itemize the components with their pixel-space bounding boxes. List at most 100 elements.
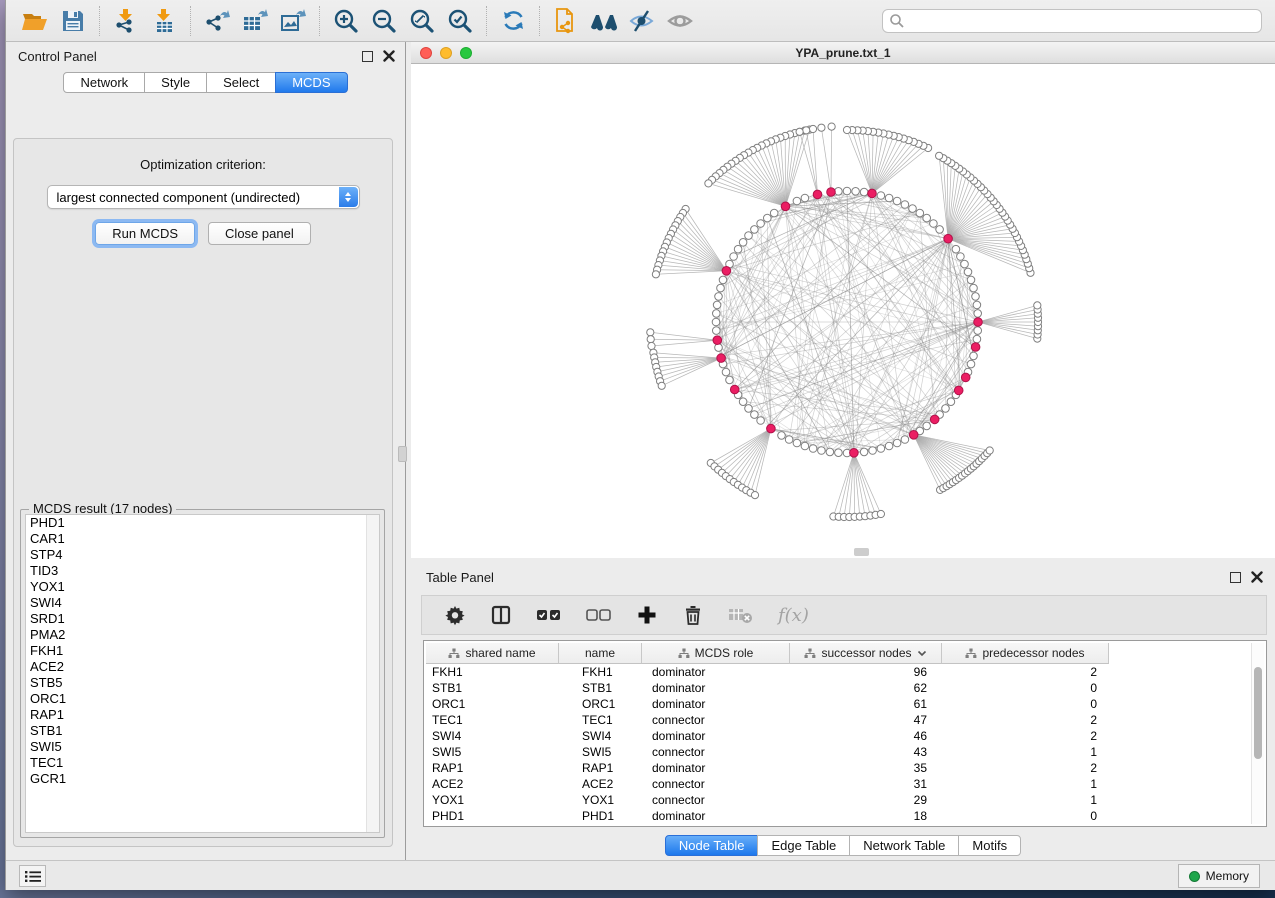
mcds-result-item[interactable]: FKH1 (26, 643, 379, 659)
column-header-shared-name[interactable]: shared name (426, 643, 559, 664)
table-row[interactable]: FKH1FKH1dominator962 (426, 664, 1251, 680)
deselect-all-icon[interactable] (586, 606, 612, 624)
task-history-button[interactable] (19, 865, 46, 887)
zoom-out-icon[interactable] (365, 4, 403, 38)
close-window-icon[interactable] (420, 47, 432, 59)
maximize-window-icon[interactable] (460, 47, 472, 59)
mcds-result-item[interactable]: ACE2 (26, 659, 379, 675)
mcds-result-item[interactable]: GCR1 (26, 771, 379, 787)
mcds-result-item[interactable]: ORC1 (26, 691, 379, 707)
import-table-icon[interactable] (145, 4, 183, 38)
table-cell: 29 (790, 792, 942, 808)
table-cell: connector (642, 792, 790, 808)
open-file-icon[interactable] (16, 4, 54, 38)
zoom-in-icon[interactable] (327, 4, 365, 38)
clear-table-icon[interactable] (728, 605, 754, 625)
mcds-result-item[interactable]: SWI4 (26, 595, 379, 611)
birdseye-icon[interactable] (585, 4, 623, 38)
mcds-result-item[interactable]: STB1 (26, 723, 379, 739)
table-cell: 0 (942, 808, 1109, 824)
delete-column-icon[interactable] (682, 604, 704, 626)
show-all-icon[interactable] (661, 4, 699, 38)
select-all-icon[interactable] (536, 606, 562, 624)
tab-select[interactable]: Select (206, 72, 276, 93)
table-row[interactable]: YOX1YOX1connector291 (426, 792, 1251, 808)
table-scrollbar[interactable] (1251, 643, 1264, 824)
mcds-result-item[interactable]: TEC1 (26, 755, 379, 771)
network-view-canvas[interactable] (411, 64, 1275, 558)
refresh-icon[interactable] (494, 4, 532, 38)
table-cell: TEC1 (426, 712, 559, 728)
float-table-panel-icon[interactable] (1230, 572, 1241, 583)
table-scrollbar-thumb[interactable] (1254, 667, 1262, 759)
table-row[interactable]: SWI5SWI5connector431 (426, 744, 1251, 760)
table-cell: TEC1 (559, 712, 642, 728)
column-header-predecessor-nodes[interactable]: predecessor nodes (942, 643, 1109, 664)
mcds-result-item[interactable]: TID3 (26, 563, 379, 579)
mcds-result-item[interactable]: RAP1 (26, 707, 379, 723)
tab-motifs[interactable]: Motifs (958, 835, 1021, 856)
optimization-criterion-select[interactable]: largest connected component (undirected) (47, 185, 360, 209)
table-row[interactable]: PHD1PHD1dominator180 (426, 808, 1251, 824)
table-cell: FKH1 (426, 664, 559, 680)
tab-mcds[interactable]: MCDS (275, 72, 347, 93)
table-row[interactable]: ORC1ORC1dominator610 (426, 696, 1251, 712)
table-row[interactable]: STB1STB1dominator620 (426, 680, 1251, 696)
close-panel-icon[interactable] (383, 50, 395, 62)
minimize-window-icon[interactable] (440, 47, 452, 59)
gear-icon[interactable] (444, 604, 466, 626)
export-network-icon[interactable] (198, 4, 236, 38)
table-cell: 0 (942, 696, 1109, 712)
import-network-icon[interactable] (107, 4, 145, 38)
mcds-result-item[interactable]: YOX1 (26, 579, 379, 595)
status-bar: Memory (6, 860, 1275, 890)
mcds-result-item[interactable]: STB5 (26, 675, 379, 691)
table-row[interactable]: RAP1RAP1dominator352 (426, 760, 1251, 776)
mcds-result-item[interactable]: SWI5 (26, 739, 379, 755)
mcds-list-scrollbar[interactable] (366, 515, 379, 832)
mcds-result-item[interactable]: CAR1 (26, 531, 379, 547)
search-input[interactable] (905, 11, 1255, 31)
network-window-titlebar[interactable]: YPA_prune.txt_1 (411, 42, 1275, 64)
export-table-icon[interactable] (236, 4, 274, 38)
tab-network[interactable]: Network (63, 72, 145, 93)
column-label: MCDS role (695, 646, 754, 660)
tab-node-table[interactable]: Node Table (665, 835, 759, 856)
tab-style[interactable]: Style (144, 72, 207, 93)
horizontal-splitter-handle[interactable] (854, 548, 869, 556)
memory-button[interactable]: Memory (1178, 864, 1260, 888)
table-cell: STB1 (426, 680, 559, 696)
table-row[interactable]: ACE2ACE2connector311 (426, 776, 1251, 792)
hide-selected-icon[interactable] (623, 4, 661, 38)
close-table-panel-icon[interactable] (1251, 571, 1263, 583)
zoom-selected-icon[interactable] (441, 4, 479, 38)
columns-icon[interactable] (490, 604, 512, 626)
add-column-icon[interactable] (636, 604, 658, 626)
network-graph[interactable] (411, 64, 1275, 558)
column-header-successor-nodes[interactable]: successor nodes (790, 643, 942, 664)
save-session-icon[interactable] (54, 4, 92, 38)
table-cell: 2 (942, 664, 1109, 680)
export-image-icon[interactable] (274, 4, 312, 38)
function-builder-icon[interactable]: f(x) (778, 605, 809, 626)
search-icon (889, 13, 905, 29)
node-table: shared namename MCDS role successor nodesp… (423, 640, 1267, 827)
mcds-result-item[interactable]: STP4 (26, 547, 379, 563)
column-header-name[interactable]: name (559, 643, 642, 664)
zoom-fit-icon[interactable] (403, 4, 441, 38)
table-row[interactable]: TEC1TEC1connector472 (426, 712, 1251, 728)
tab-edge-table[interactable]: Edge Table (757, 835, 850, 856)
mcds-result-item[interactable]: PHD1 (26, 515, 379, 531)
network-search-box[interactable] (882, 9, 1262, 33)
mcds-result-item[interactable]: SRD1 (26, 611, 379, 627)
mcds-result-item[interactable]: PMA2 (26, 627, 379, 643)
table-row[interactable]: SWI4SWI4dominator462 (426, 728, 1251, 744)
close-panel-button[interactable]: Close panel (208, 222, 311, 245)
vertical-splitter-handle[interactable] (398, 446, 407, 462)
mcds-result-list[interactable]: PHD1CAR1STP4TID3YOX1SWI4SRD1PMA2FKH1ACE2… (25, 514, 380, 833)
column-header-MCDS-role[interactable]: MCDS role (642, 643, 790, 664)
share-document-icon[interactable] (547, 4, 585, 38)
float-panel-icon[interactable] (362, 51, 373, 62)
run-mcds-button[interactable]: Run MCDS (95, 222, 195, 245)
tab-network-table[interactable]: Network Table (849, 835, 959, 856)
